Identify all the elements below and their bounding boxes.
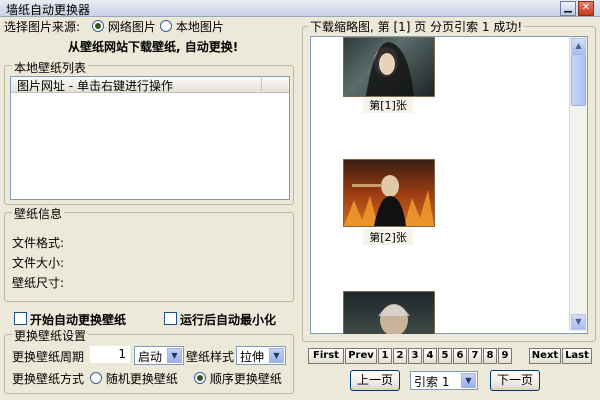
radio-random[interactable]: 随机更换壁纸 [90,370,178,387]
period-input[interactable]: 1 [90,346,130,363]
checkbox-icon [14,312,27,325]
period-label: 更换壁纸周期 [12,350,85,364]
thumbnail-image [344,175,434,226]
thumbnail-caption-1: 第[1]张 [363,97,413,113]
page-button-9[interactable]: 9 [498,348,512,364]
style-label: 壁纸样式 [186,350,235,364]
close-icon: ✕ [581,2,591,13]
source-message: 从壁纸网站下载壁纸, 自动更换! [68,40,239,54]
close-button[interactable]: ✕ [578,1,594,16]
file-size-label: 文件大小: [12,256,65,270]
page-index-combo[interactable]: 引索 1 ▼ [410,371,478,390]
scroll-up-button[interactable]: ▲ [571,38,586,54]
thumbnail-3[interactable] [343,291,435,334]
radio-sequential[interactable]: 顺序更换壁纸 [194,370,282,387]
chevron-down-icon: ▼ [461,373,476,388]
settings-group-label: 更换壁纸设置 [12,327,89,344]
mode-label: 更换壁纸方式 [12,372,85,386]
thumbnail-image [366,42,414,96]
download-status: 下载缩略图, 第 [1] 页 分页引索 1 成功! [308,18,525,35]
first-page-button[interactable]: First [308,348,344,364]
chevron-down-icon: ▼ [575,317,582,326]
title-bar: 墙纸自动更换器 ▁ ✕ [0,0,600,17]
local-list-group-label: 本地壁纸列表 [12,59,89,76]
page-button-5[interactable]: 5 [438,348,452,364]
thumbnail-1[interactable] [343,37,435,97]
chevron-up-icon: ▲ [575,41,582,50]
radio-icon [160,20,172,32]
page-button-3[interactable]: 3 [408,348,422,364]
thumbnail-2[interactable] [343,159,435,227]
dimensions-label: 壁纸尺寸: [12,276,65,290]
page-button-2[interactable]: 2 [393,348,407,364]
radio-icon [90,372,102,384]
page-button-6[interactable]: 6 [453,348,467,364]
checkbox-icon [164,312,177,325]
page-button-1[interactable]: 1 [378,348,392,364]
radio-network[interactable]: 网络图片 [92,18,156,35]
thumbnail-caption-2: 第[2]张 [363,229,413,245]
next-page-button[interactable]: 下一页 [490,370,540,391]
source-label: 选择图片来源: [4,20,81,34]
thumbnail-list[interactable]: 第[1]张 第[2]张 ▲ ▼ [310,36,588,334]
file-format-label: 文件格式: [12,236,65,250]
last-page-button[interactable]: Last [562,348,592,364]
next-button[interactable]: Next [529,348,561,364]
window-title: 墙纸自动更换器 [6,3,91,17]
vertical-scrollbar[interactable]: ▲ ▼ [569,37,587,331]
local-list-view[interactable]: 图片网址 - 单击右键进行操作 [10,76,290,200]
chevron-down-icon: ▼ [269,348,284,363]
column-divider [261,78,262,91]
page-button-8[interactable]: 8 [483,348,497,364]
minimize-button[interactable]: ▁ [560,1,576,16]
scroll-down-button[interactable]: ▼ [571,314,586,330]
previous-page-button[interactable]: 上一页 [350,370,400,391]
page-button-7[interactable]: 7 [468,348,482,364]
thumbnail-image [378,304,410,334]
list-header: 图片网址 - 单击右键进行操作 [11,77,289,93]
start-combo[interactable]: 启动 ▼ [134,346,184,365]
style-combo[interactable]: 拉伸 ▼ [236,346,286,365]
info-group-label: 壁纸信息 [12,205,65,222]
radio-local[interactable]: 本地图片 [160,18,224,35]
chevron-down-icon: ▼ [167,348,182,363]
column-header-url[interactable]: 图片网址 - 单击右键进行操作 [17,77,173,94]
radio-icon [194,372,206,384]
auto-change-checkbox[interactable]: 开始自动更换壁纸 [14,311,126,328]
page-button-4[interactable]: 4 [423,348,437,364]
minimize-icon: ▁ [564,2,572,13]
prev-button[interactable]: Prev [345,348,377,364]
radio-icon [92,20,104,32]
minimize-checkbox[interactable]: 运行后自动最小化 [164,311,276,328]
scroll-thumb[interactable] [571,54,586,106]
